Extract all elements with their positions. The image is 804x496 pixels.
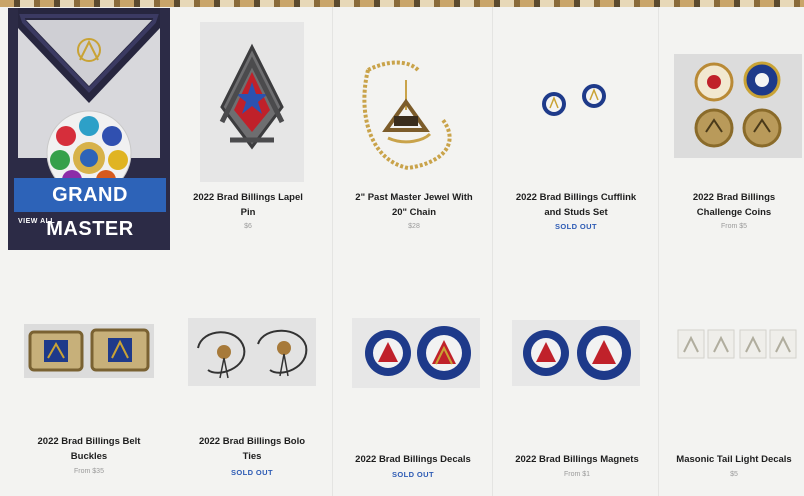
product-name[interactable]: 2" Past Master Jewel With 20" Chain: [340, 190, 488, 220]
product-image-magnets[interactable]: [512, 320, 640, 386]
view-all-link[interactable]: VIEW ALL: [18, 218, 55, 225]
sold-out-badge: SOLD OUT: [392, 470, 434, 479]
product-name[interactable]: 2022 Brad Billings Bolo Ties: [178, 434, 326, 464]
product-price: $28: [408, 223, 420, 230]
product-price: From $1: [563, 471, 591, 478]
product-image-past-master-jewel[interactable]: [348, 50, 468, 180]
product-name[interactable]: 2022 Brad Billings Decals: [338, 452, 488, 467]
product-name[interactable]: Masonic Tail Light Decals: [664, 452, 804, 467]
product-price: From $35: [74, 468, 104, 475]
product-image-belt-buckles[interactable]: [24, 324, 154, 378]
product-price: From $5: [720, 223, 748, 230]
product-image-tail-light-decals[interactable]: [676, 328, 800, 360]
product-name[interactable]: 2022 Brad Billings Lapel Pin: [178, 190, 318, 220]
product-image-bolo-ties[interactable]: [188, 318, 316, 386]
grand-master-collection-tile[interactable]: GRAND MASTER VIEW ALL: [8, 8, 170, 250]
column-divider: [332, 7, 333, 496]
product-name[interactable]: 2022 Brad Billings Cufflink and Studs Set: [500, 190, 652, 220]
column-divider: [492, 7, 493, 496]
sold-out-badge: SOLD OUT: [231, 468, 273, 477]
product-name[interactable]: 2022 Brad Billings Magnets: [500, 452, 654, 467]
product-price: $5: [730, 471, 738, 478]
product-price: $6: [244, 223, 252, 230]
column-divider: [658, 7, 659, 496]
sold-out-badge: SOLD OUT: [555, 222, 597, 231]
product-image-decals[interactable]: [352, 318, 480, 388]
promo-title: GRAND MASTER: [14, 178, 166, 240]
product-name[interactable]: 2022 Brad Billings Challenge Coins: [664, 190, 804, 220]
top-banner-strip: [0, 0, 804, 7]
product-name[interactable]: 2022 Brad Billings Belt Buckles: [14, 434, 164, 464]
product-image-cufflinks[interactable]: [530, 78, 620, 126]
product-image-challenge-coins[interactable]: [674, 54, 802, 158]
product-image-lapel-pin[interactable]: [200, 22, 304, 182]
